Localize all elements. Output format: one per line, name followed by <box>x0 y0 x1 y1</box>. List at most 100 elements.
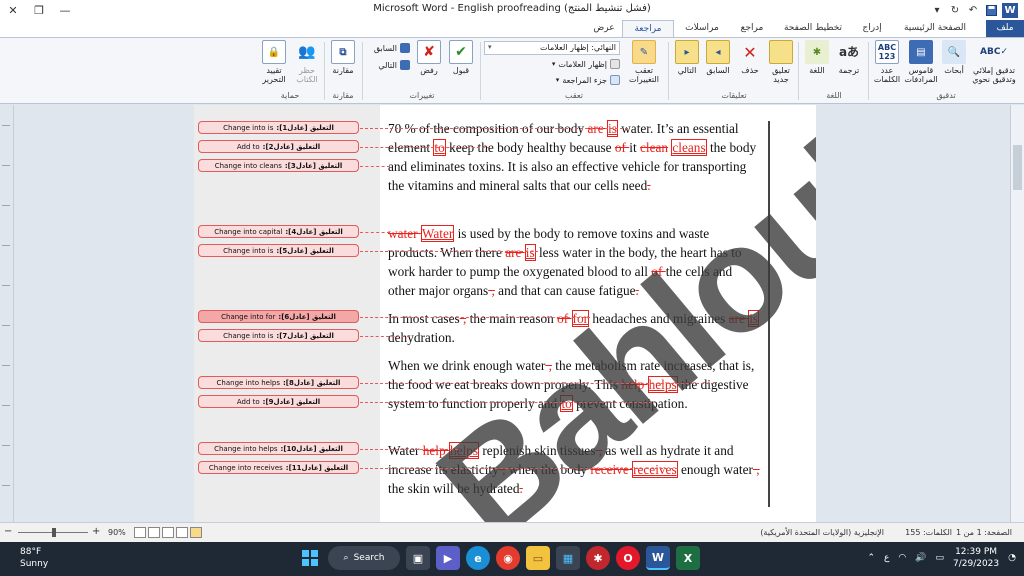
language-button[interactable]: ✱ اللغة <box>802 40 832 75</box>
word-count[interactable]: الكلمات: 155 <box>905 528 952 537</box>
weather-widget[interactable]: 88°F Sunny <box>20 546 48 570</box>
accept-change-button[interactable]: ✔ قبول <box>446 40 476 75</box>
reviewing-pane-button[interactable]: جزء المراجعة ▾ <box>548 75 620 85</box>
comment-balloon[interactable]: Change into is التعليق [عادل7]: <box>198 329 359 342</box>
zoom-level[interactable]: 90% <box>108 528 126 537</box>
paragraph-3[interactable]: In most cases , the main reason of for h… <box>388 309 760 347</box>
tab-home[interactable]: الصفحة الرئيسية <box>892 20 978 37</box>
battery-icon[interactable]: ▭ <box>935 553 944 563</box>
chrome-icon[interactable]: ◉ <box>496 546 520 570</box>
start-icon[interactable] <box>298 546 322 570</box>
wifi-icon[interactable]: ◠ <box>898 553 906 563</box>
paragraph-4[interactable]: When we drink enough water , the metabol… <box>388 356 760 413</box>
next-comment-icon: ▸ <box>675 40 699 64</box>
zoom-out-button[interactable]: − <box>4 526 12 537</box>
opera-icon[interactable]: O <box>616 546 640 570</box>
tab-insert[interactable]: إدراج <box>852 20 892 37</box>
store-icon[interactable]: ▦ <box>556 546 580 570</box>
zoom-in-button[interactable]: + <box>92 526 100 537</box>
next-change-button[interactable]: التالي <box>368 60 410 70</box>
comment-balloon[interactable]: Add to التعليق [عادل2]: <box>198 140 359 153</box>
restrict-editing-button[interactable]: 🔒 تقييد التحرير <box>258 40 290 84</box>
previous-comment-button[interactable]: ◂ السابق <box>703 40 733 75</box>
excel-taskbar-icon[interactable]: X <box>676 546 700 570</box>
comment-leader-line <box>360 449 458 450</box>
system-clock[interactable]: 12:39 PM 7/29/2023 <box>953 546 999 570</box>
customize-toolbar-icon[interactable]: ▾ <box>928 0 946 20</box>
word-logo-icon: W <box>1002 2 1018 18</box>
group-separator <box>480 42 481 100</box>
comment-balloon[interactable]: Change into capital التعليق [عادل4]: <box>198 225 359 238</box>
scrollbar-thumb[interactable] <box>1013 145 1022 190</box>
comment-balloon[interactable]: Change into cleans التعليق [عادل3]: <box>198 159 359 172</box>
new-comment-button[interactable]: تعليق جديد <box>766 40 796 84</box>
draft-view-icon[interactable] <box>134 527 146 538</box>
deleted-text: . <box>647 178 651 193</box>
tab-review[interactable]: مراجعة <box>622 20 674 37</box>
comment-balloon-selected[interactable]: Change into for التعليق [عادل6]: <box>198 310 359 323</box>
research-button[interactable]: 🔍 أبحاث <box>940 40 968 75</box>
comment-balloon[interactable]: Add to التعليق [عادل9]: <box>198 395 359 408</box>
comment-balloon[interactable]: Change into is التعليق [عادل5]: <box>198 244 359 257</box>
edge-icon[interactable]: e <box>466 546 490 570</box>
web-layout-icon[interactable] <box>162 527 174 538</box>
taskbar-search[interactable]: ⌕ Search <box>328 546 400 570</box>
tab-file[interactable]: ملف <box>986 20 1024 37</box>
research-icon: 🔍 <box>942 40 966 64</box>
comment-leader-line <box>360 251 538 252</box>
deleted-text: clean <box>640 140 669 155</box>
reject-change-button[interactable]: ✘ رفض <box>414 40 444 75</box>
document-page[interactable]: 70 % of the composition of our body are … <box>380 105 816 522</box>
undo-icon[interactable]: ↶ <box>964 0 982 20</box>
compare-button[interactable]: ⧉ مقارنة <box>328 40 358 75</box>
thesaurus-button[interactable]: ▤ قاموس المرادفات <box>902 40 940 84</box>
comment-balloon[interactable]: Change into helps التعليق [عادل8]: <box>198 376 359 389</box>
chevron-up-icon[interactable]: ⌃ <box>867 553 875 563</box>
full-screen-reading-icon[interactable] <box>176 527 188 538</box>
tab-page-layout[interactable]: تخطيط الصفحة <box>774 20 852 37</box>
track-changes-button[interactable]: ✎ تعقب التغييرات <box>624 40 664 84</box>
spelling-grammar-button[interactable]: ABC✓ تدقيق إملائي وتدقيق نحوي <box>968 40 1020 84</box>
tab-mailings[interactable]: مراسلات <box>674 20 730 37</box>
display-for-review-dropdown[interactable]: النهائي: إظهار العلامات ▾ <box>484 41 620 55</box>
block-authors-button[interactable]: 👥 حظر الكتاب <box>292 40 322 85</box>
language-indicator[interactable]: الإنجليزية (الولايات المتحدة الأمريكية) <box>760 528 884 537</box>
vertical-scrollbar[interactable] <box>1010 105 1024 522</box>
previous-change-icon <box>400 43 410 53</box>
word-count-button[interactable]: ABC 123 عدد الكلمات <box>872 40 902 84</box>
notification-icon[interactable]: ◔ <box>1008 553 1016 563</box>
save-icon[interactable] <box>982 0 1000 20</box>
delete-comment-icon: ✕ <box>743 42 757 62</box>
paragraph-1[interactable]: 70 % of the composition of our body are … <box>388 119 760 195</box>
inserted-text: is <box>748 310 760 327</box>
word-count-icon: ABC 123 <box>875 40 899 64</box>
redo-icon[interactable]: ↻ <box>946 0 964 20</box>
file-explorer-icon[interactable]: ▭ <box>526 546 550 570</box>
volume-icon[interactable]: 🔊 <box>915 553 926 563</box>
input-method-indicator[interactable]: ع <box>884 553 889 563</box>
deleted-text: , <box>545 358 552 373</box>
paragraph-2[interactable]: water Water is used by the body to remov… <box>388 224 760 300</box>
comment-balloon[interactable]: Change into is التعليق [عادل1]: <box>198 121 359 134</box>
word-taskbar-icon[interactable]: W <box>646 546 670 570</box>
print-layout-icon[interactable] <box>190 527 202 538</box>
delete-comment-button[interactable]: ✕ حذف <box>736 40 764 75</box>
inserted-text: to <box>560 395 573 412</box>
page-count[interactable]: الصفحة: 1 من 1 <box>956 528 1012 537</box>
translate-button[interactable]: aあ ترجمة <box>834 40 864 76</box>
tab-references[interactable]: مراجع <box>730 20 774 37</box>
show-markup-button[interactable]: إظهار العلامات ▾ <box>548 59 620 69</box>
tab-view[interactable]: عرض <box>586 20 622 37</box>
zoom-slider-handle[interactable] <box>52 528 56 537</box>
block-authors-icon: 👥 <box>298 43 316 60</box>
task-view-icon[interactable]: ▣ <box>406 546 430 570</box>
quick-access-toolbar: ▾ ↻ ↶ W <box>928 0 1024 20</box>
ruler-tick <box>2 125 10 126</box>
previous-change-button[interactable]: السابق <box>368 43 410 53</box>
next-comment-button[interactable]: ▸ التالي <box>672 40 702 75</box>
app-icon[interactable]: ✱ <box>586 546 610 570</box>
comment-balloon[interactable]: Change into receives التعليق [عادل11]: <box>198 461 359 474</box>
teams-chat-icon[interactable]: ▶ <box>436 546 460 570</box>
outline-view-icon[interactable] <box>148 527 160 538</box>
comment-balloon[interactable]: Change into helps التعليق [عادل10]: <box>198 442 359 455</box>
